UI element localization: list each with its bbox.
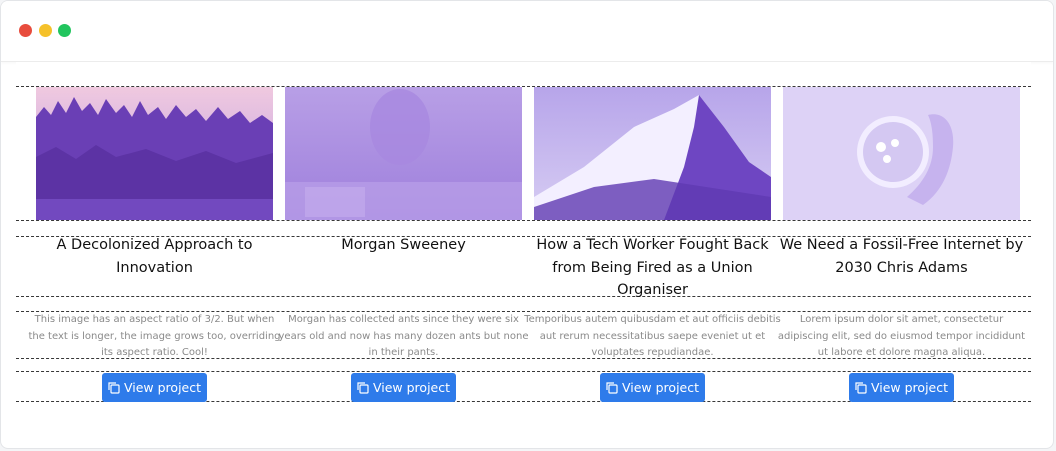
button-label: View project [372,380,451,395]
close-window-button[interactable] [19,24,32,37]
copy-icon [357,381,369,394]
view-project-button[interactable]: View project [849,373,954,402]
card-description: This image has an aspect ratio of 3/2. B… [28,314,281,358]
card-description: Morgan has collected ants since they wer… [278,314,529,358]
button-label: View project [870,380,949,395]
project-card: Morgan Sweeney Morgan has collected ants… [265,62,528,448]
project-card: How a Tech Worker Fought Back from Being… [514,62,781,448]
button-label: View project [621,380,700,395]
copy-icon [606,381,618,394]
view-project-button[interactable]: View project [102,373,207,402]
minimize-window-button[interactable] [39,24,52,37]
view-project-button[interactable]: View project [600,373,705,402]
forest-image [36,87,273,220]
mountain-image [534,87,771,220]
project-card: We Need a Fossil-Free Internet by 2030 C… [763,62,1025,448]
button-label: View project [123,380,202,395]
copy-icon [108,381,120,394]
card-title: How a Tech Worker Fought Back from Being… [536,237,769,298]
project-card: A Decolonized Approach to Innovation Thi… [16,62,281,448]
card-description: Temporibus autem quibusdam et aut offici… [524,314,781,358]
card-title: We Need a Fossil-Free Internet by 2030 C… [779,237,1024,276]
card-title: A Decolonized Approach to Innovation [56,237,253,276]
maximize-window-button[interactable] [58,24,71,37]
browser-window: A Decolonized Approach to Innovation Thi… [0,0,1054,449]
window-titlebar [1,1,1053,62]
card-title: Morgan Sweeney [341,237,466,253]
card-description: Lorem ipsum dolor sit amet, consectetur … [777,314,1026,358]
copy-icon [855,381,867,394]
cup-image [783,87,1020,220]
view-project-button[interactable]: View project [351,373,456,402]
portrait-image [285,87,522,220]
card-grid: A Decolonized Approach to Innovation Thi… [16,62,1031,448]
